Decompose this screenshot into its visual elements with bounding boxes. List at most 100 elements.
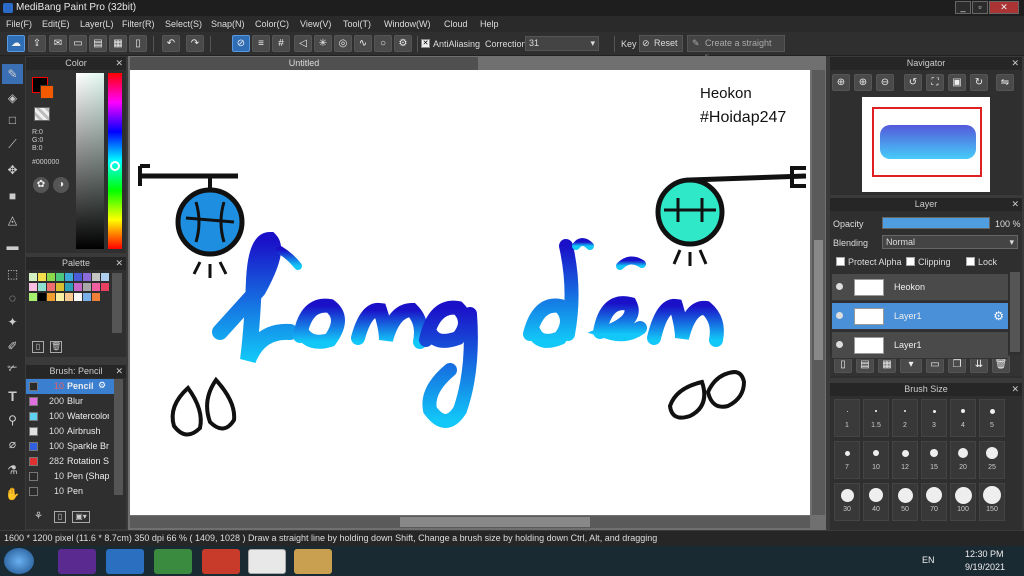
menu-snap[interactable]: Snap(N) bbox=[211, 19, 245, 29]
clock-date[interactable]: 9/19/2021 bbox=[965, 562, 1005, 572]
palette-swatch[interactable] bbox=[65, 293, 73, 301]
rotate-right-icon[interactable]: ↻ bbox=[970, 74, 988, 91]
palette-swatch[interactable] bbox=[83, 273, 91, 281]
blending-select[interactable]: Normal ▾ bbox=[882, 235, 1018, 249]
redo-icon[interactable]: ↷ bbox=[186, 35, 204, 52]
brush-size-option[interactable]: 15 bbox=[921, 441, 947, 479]
rectangle-tool-icon[interactable]: □ bbox=[2, 110, 23, 130]
menu-select[interactable]: Select(S) bbox=[165, 19, 202, 29]
operation-tool-icon[interactable]: ⚲ bbox=[2, 410, 23, 430]
close-icon[interactable]: ✕ bbox=[115, 57, 123, 70]
comment-icon[interactable]: ✉ bbox=[49, 35, 67, 52]
palette-swatch[interactable] bbox=[47, 293, 55, 301]
gear-icon[interactable]: ⚙ bbox=[98, 380, 106, 391]
brush-size-option[interactable]: 10 bbox=[863, 441, 889, 479]
brush-tool-icon[interactable]: ✎ bbox=[2, 64, 23, 84]
curve-snap-icon[interactable]: ∿ bbox=[354, 35, 372, 52]
brush-size-option[interactable]: 4 bbox=[950, 399, 976, 437]
clipping-checkbox[interactable] bbox=[906, 257, 915, 266]
magic-wand-tool-icon[interactable]: ✦ bbox=[2, 312, 23, 332]
settings-icon[interactable]: ⚙ bbox=[394, 35, 412, 52]
eye-icon[interactable] bbox=[836, 283, 843, 290]
vanish-snap-icon[interactable]: ◁ bbox=[294, 35, 312, 52]
chrome-icon[interactable] bbox=[202, 549, 240, 574]
add-brush-icon[interactable]: ⚘ bbox=[34, 511, 46, 523]
straight-line-button[interactable]: ✎ Create a straight line bbox=[687, 35, 785, 63]
close-icon[interactable]: ✕ bbox=[1011, 198, 1019, 211]
menu-help[interactable]: Help bbox=[480, 19, 499, 29]
palette-swatch[interactable] bbox=[83, 283, 91, 291]
rotate-left-icon[interactable]: ↺ bbox=[904, 74, 922, 91]
layer-item[interactable]: Layer1 bbox=[832, 332, 1008, 359]
saturation-value-field[interactable] bbox=[76, 73, 104, 249]
navigator-preview[interactable] bbox=[862, 97, 990, 192]
brush-size-option[interactable]: 25 bbox=[979, 441, 1005, 479]
document-icon[interactable]: ▤ bbox=[89, 35, 107, 52]
menu-tool[interactable]: Tool(T) bbox=[343, 19, 371, 29]
brush-size-option[interactable]: 20 bbox=[950, 441, 976, 479]
clock-time[interactable]: 12:30 PM bbox=[965, 549, 1004, 559]
hand-tool-icon[interactable]: ✋ bbox=[2, 484, 23, 504]
brush-size-option[interactable]: 100 bbox=[950, 483, 976, 521]
horizontal-scrollbar[interactable] bbox=[130, 516, 810, 528]
close-button[interactable]: ✕ bbox=[989, 1, 1019, 14]
document-tab[interactable]: Untitled bbox=[130, 57, 478, 70]
close-icon[interactable]: ✕ bbox=[1011, 57, 1019, 70]
zoom-out-icon[interactable]: ⊖ bbox=[876, 74, 894, 91]
select-eraser-tool-icon[interactable]: ✃ bbox=[2, 358, 23, 378]
medibang-icon[interactable] bbox=[248, 549, 286, 574]
palette-swatch[interactable] bbox=[74, 273, 82, 281]
vertical-scroll-thumb[interactable] bbox=[814, 240, 823, 360]
palette-swatch[interactable] bbox=[74, 283, 82, 291]
flip-icon[interactable]: ⇋ bbox=[996, 74, 1014, 91]
eye-icon[interactable] bbox=[836, 341, 843, 348]
close-icon[interactable]: ✕ bbox=[115, 365, 123, 378]
cloud-icon[interactable]: ☁ bbox=[7, 35, 25, 52]
reset-button[interactable]: ⊘ Reset bbox=[639, 35, 683, 52]
zoom-fit-icon[interactable]: ⊕ bbox=[832, 74, 850, 91]
radial-snap-icon[interactable]: ✳ bbox=[314, 35, 332, 52]
brush-size-option[interactable]: 2 bbox=[892, 399, 918, 437]
brush-item[interactable]: 100 Sparkle Brush bbox=[26, 439, 114, 454]
fit-window-icon[interactable]: ⛶ bbox=[926, 74, 944, 91]
palette-swatch[interactable] bbox=[29, 293, 37, 301]
palette-swatch[interactable] bbox=[101, 273, 109, 281]
internet-explorer-icon[interactable] bbox=[106, 549, 144, 574]
brush-size-option[interactable]: 1.5 bbox=[863, 399, 889, 437]
select-pen-tool-icon[interactable]: ✐ bbox=[2, 336, 23, 356]
brush-item[interactable]: 282 Rotation Symmetry bbox=[26, 454, 114, 469]
palette-swatch[interactable] bbox=[29, 283, 37, 291]
menu-layer[interactable]: Layer(L) bbox=[80, 19, 114, 29]
snap-off-icon[interactable]: ⊘ bbox=[232, 35, 250, 52]
ellipse-snap-icon[interactable]: ○ bbox=[374, 35, 392, 52]
palette-swatch[interactable] bbox=[47, 283, 55, 291]
close-icon[interactable]: ✕ bbox=[115, 257, 123, 270]
layer-item[interactable]: Heokon bbox=[832, 274, 1008, 301]
brush-size-option[interactable]: 40 bbox=[863, 483, 889, 521]
transparent-swatch[interactable] bbox=[34, 107, 50, 121]
secondary-color-swatch[interactable] bbox=[40, 85, 54, 99]
palette-swatch[interactable] bbox=[38, 273, 46, 281]
brush-size-option[interactable]: 150 bbox=[979, 483, 1005, 521]
text-tool-icon[interactable]: T bbox=[2, 386, 23, 406]
menu-edit[interactable]: Edit(E) bbox=[42, 19, 70, 29]
eye-icon[interactable] bbox=[836, 312, 843, 319]
dropper-tool-icon[interactable]: ⌀ bbox=[2, 434, 23, 454]
brush-size-option[interactable]: 7 bbox=[834, 441, 860, 479]
gear-icon[interactable]: ⚙ bbox=[993, 309, 1004, 323]
fill-rect-tool-icon[interactable]: ■ bbox=[2, 186, 23, 206]
brush-size-option[interactable]: 50 bbox=[892, 483, 918, 521]
brush-item[interactable]: 10 Pencil ⚙ bbox=[26, 379, 114, 394]
palette-swatch[interactable] bbox=[92, 293, 100, 301]
actual-size-icon[interactable]: ▣ bbox=[948, 74, 966, 91]
menu-file[interactable]: File(F) bbox=[6, 19, 32, 29]
gradient-tool-icon[interactable]: ▬ bbox=[2, 236, 23, 256]
share-icon[interactable]: ⇪ bbox=[28, 35, 46, 52]
brush-size-option[interactable]: 1 bbox=[834, 399, 860, 437]
zoom-in-icon[interactable]: ⊕ bbox=[854, 74, 872, 91]
brush-size-option[interactable]: 70 bbox=[921, 483, 947, 521]
color-wheel-icon[interactable]: ◑ bbox=[53, 177, 69, 193]
visual-studio-icon[interactable] bbox=[58, 549, 96, 574]
menu-filter[interactable]: Filter(R) bbox=[122, 19, 155, 29]
brush-item[interactable]: 200 Blur bbox=[26, 394, 114, 409]
